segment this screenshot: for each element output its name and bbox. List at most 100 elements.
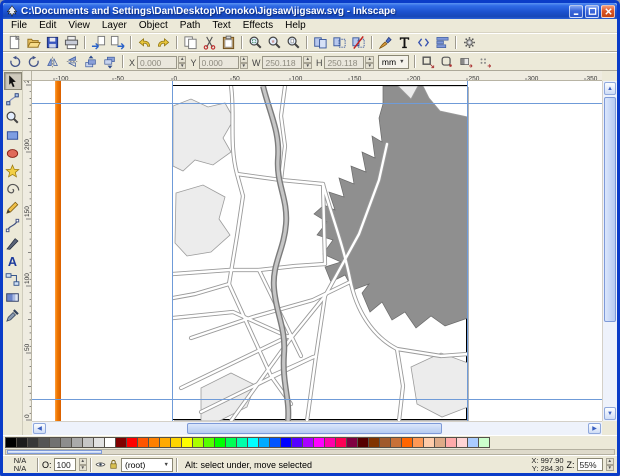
fill-stroke-indicator[interactable]: N/A N/A bbox=[6, 457, 34, 473]
move-patterns-toggle-button[interactable] bbox=[476, 53, 495, 70]
menu-text[interactable]: Text bbox=[206, 19, 236, 32]
workspace: A -100-50050100150200250300350 050100150… bbox=[3, 71, 617, 435]
horizontal-scroll-thumb[interactable] bbox=[187, 423, 442, 434]
opacity-spinner[interactable]: ▲▼ bbox=[79, 458, 87, 471]
open-document-button[interactable] bbox=[24, 34, 43, 51]
spinner[interactable]: ▲▼ bbox=[178, 56, 186, 69]
raise-to-top-button[interactable] bbox=[81, 53, 100, 70]
rotate-cw-button[interactable] bbox=[24, 53, 43, 70]
close-button[interactable] bbox=[601, 5, 615, 18]
tool-rectangle[interactable] bbox=[4, 126, 22, 144]
x-field[interactable] bbox=[137, 56, 177, 69]
h-field[interactable] bbox=[324, 56, 364, 69]
flip-vertical-button[interactable] bbox=[62, 53, 81, 70]
rotate-ccw-button[interactable] bbox=[5, 53, 24, 70]
maximize-button[interactable] bbox=[585, 5, 599, 18]
menu-object[interactable]: Object bbox=[133, 19, 174, 32]
spinner[interactable]: ▲▼ bbox=[365, 56, 373, 69]
create-clone-button[interactable] bbox=[330, 34, 349, 51]
palette-scrollbar[interactable] bbox=[5, 449, 615, 455]
import-bitmap-button[interactable] bbox=[89, 34, 108, 51]
zoom-to-page-button[interactable] bbox=[284, 34, 303, 51]
paste-button[interactable] bbox=[219, 34, 238, 51]
xml-editor-button[interactable] bbox=[414, 34, 433, 51]
tool-pen[interactable] bbox=[4, 216, 22, 234]
tool-text[interactable]: A bbox=[4, 252, 22, 270]
horizontal-guide-bottom[interactable] bbox=[32, 399, 602, 400]
menu-edit[interactable]: Edit bbox=[33, 19, 62, 32]
move-gradients-toggle-button[interactable] bbox=[457, 53, 476, 70]
redo-button[interactable] bbox=[154, 34, 173, 51]
flip-horizontal-button[interactable] bbox=[43, 53, 62, 70]
spinner[interactable]: ▲▼ bbox=[303, 56, 311, 69]
export-bitmap-button[interactable] bbox=[108, 34, 127, 51]
tool-zoom[interactable] bbox=[4, 108, 22, 126]
lower-to-bottom-button[interactable] bbox=[100, 53, 119, 70]
vertical-ruler[interactable]: 050100150200250 bbox=[23, 81, 32, 421]
cut-button[interactable] bbox=[200, 34, 219, 51]
zoom-spinner[interactable]: ▲▼ bbox=[606, 458, 614, 471]
units-dropdown[interactable]: mm▼ bbox=[378, 55, 409, 69]
tool-ellipse[interactable] bbox=[4, 144, 22, 162]
scroll-up-arrow[interactable]: ▲ bbox=[604, 82, 616, 95]
tool-selector[interactable] bbox=[4, 72, 22, 90]
copy-icon bbox=[183, 35, 198, 50]
scroll-right-arrow[interactable]: ▶ bbox=[588, 423, 601, 434]
spinner[interactable]: ▲▼ bbox=[240, 56, 248, 69]
orange-rectangle-object[interactable] bbox=[55, 81, 61, 421]
scroll-down-arrow[interactable]: ▼ bbox=[604, 407, 616, 420]
menu-file[interactable]: File bbox=[5, 19, 33, 32]
undo-button[interactable] bbox=[135, 34, 154, 51]
zoom-field[interactable] bbox=[577, 458, 603, 471]
tool-star[interactable] bbox=[4, 162, 22, 180]
vertical-guide-left[interactable] bbox=[172, 81, 173, 421]
tool-spiral[interactable] bbox=[4, 180, 22, 198]
print-document-button[interactable] bbox=[62, 34, 81, 51]
tool-calligraphy[interactable] bbox=[4, 234, 22, 252]
menu-layer[interactable]: Layer bbox=[96, 19, 133, 32]
copy-button[interactable] bbox=[181, 34, 200, 51]
export-bitmap-icon bbox=[110, 35, 125, 50]
tool-connector[interactable] bbox=[4, 270, 22, 288]
zoom-to-selection-button[interactable] bbox=[246, 34, 265, 51]
palette-scroll-thumb[interactable] bbox=[7, 450, 102, 454]
align-and-distribute-dialog-button[interactable] bbox=[433, 34, 452, 51]
horizontal-scrollbar[interactable]: ◀ ▶ bbox=[32, 421, 602, 435]
menu-effects[interactable]: Effects bbox=[237, 19, 279, 32]
scale-corners-toggle-button[interactable] bbox=[438, 53, 457, 70]
canvas[interactable] bbox=[32, 81, 602, 421]
create-clone-icon bbox=[332, 35, 347, 50]
tool-node-editor[interactable] bbox=[4, 90, 22, 108]
scroll-left-arrow[interactable]: ◀ bbox=[33, 423, 46, 434]
palette-swatch[interactable] bbox=[478, 437, 490, 448]
x-label: X bbox=[129, 58, 135, 68]
vertical-scroll-thumb[interactable] bbox=[604, 97, 616, 322]
tool-gradient[interactable] bbox=[4, 288, 22, 306]
text-and-font-dialog-button[interactable] bbox=[395, 34, 414, 51]
duplicate-button[interactable] bbox=[311, 34, 330, 51]
units-value: mm bbox=[382, 57, 396, 67]
menu-path[interactable]: Path bbox=[174, 19, 207, 32]
scale-stroke-toggle-button[interactable] bbox=[419, 53, 438, 70]
layer-dropdown[interactable]: (root)▼ bbox=[121, 458, 173, 472]
save-document-button[interactable] bbox=[43, 34, 62, 51]
vertical-scrollbar[interactable]: ▲ ▼ bbox=[602, 81, 617, 421]
w-field[interactable] bbox=[262, 56, 302, 69]
menu-help[interactable]: Help bbox=[279, 19, 312, 32]
minimize-button[interactable] bbox=[569, 5, 583, 18]
tool-dropper[interactable] bbox=[4, 306, 22, 324]
menu-view[interactable]: View bbox=[62, 19, 96, 32]
vertical-guide-right[interactable] bbox=[467, 81, 468, 421]
horizontal-guide-top[interactable] bbox=[32, 103, 602, 104]
layer-visibility-icon[interactable] bbox=[95, 459, 106, 470]
zoom-to-drawing-button[interactable] bbox=[265, 34, 284, 51]
fill-and-stroke-dialog-button[interactable] bbox=[376, 34, 395, 51]
horizontal-ruler[interactable]: -100-50050100150200250300350 bbox=[32, 71, 602, 81]
new-document-button[interactable] bbox=[5, 34, 24, 51]
tool-pencil[interactable] bbox=[4, 198, 22, 216]
opacity-field[interactable] bbox=[54, 458, 76, 471]
inkscape-preferences-button[interactable] bbox=[460, 34, 479, 51]
unlink-clone-button[interactable] bbox=[349, 34, 368, 51]
layer-lock-icon[interactable] bbox=[108, 459, 119, 470]
y-field[interactable] bbox=[199, 56, 239, 69]
